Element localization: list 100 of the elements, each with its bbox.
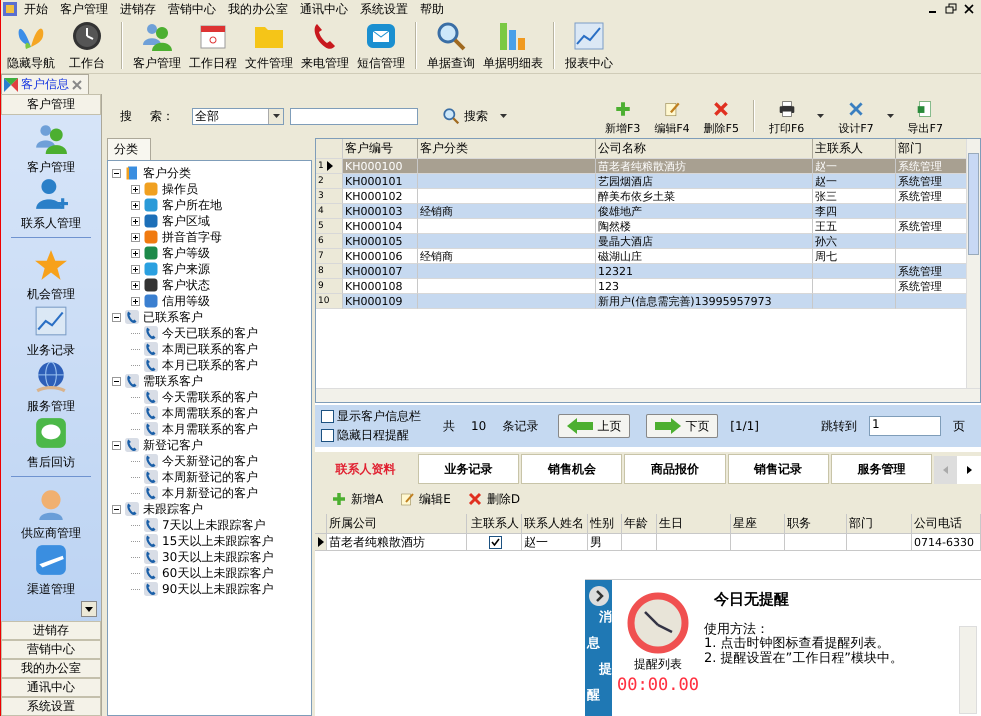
menu-item[interactable]: 进销存 bbox=[115, 0, 161, 18]
nav-section-button[interactable]: 系统设置 bbox=[1, 697, 101, 716]
tree-item[interactable]: 信用等级 bbox=[162, 292, 210, 310]
tree-item[interactable]: 本月需联系的客户 bbox=[162, 420, 258, 438]
scrollbar[interactable] bbox=[316, 388, 980, 402]
nav-item[interactable]: 供应商管理 bbox=[21, 487, 81, 543]
expand-icon[interactable] bbox=[131, 296, 140, 306]
tree-item[interactable]: 未跟踪客户 bbox=[143, 500, 203, 518]
tree-item[interactable]: 本周已联系的客户 bbox=[162, 340, 258, 358]
column-header[interactable]: 星座 bbox=[731, 514, 785, 534]
expand-icon[interactable] bbox=[131, 280, 140, 290]
action-button[interactable]: 打印F6 bbox=[762, 96, 830, 136]
menu-item[interactable]: 客户管理 bbox=[55, 0, 113, 18]
detail-tab[interactable]: 服务管理 bbox=[830, 454, 932, 484]
tree-item[interactable]: 客户所在地 bbox=[162, 196, 222, 214]
column-header[interactable]: 部门 bbox=[847, 514, 912, 534]
menu-item[interactable]: 开始 bbox=[19, 0, 53, 18]
tree-item[interactable]: 7天以上未跟踪客户 bbox=[162, 516, 266, 534]
checkbox[interactable] bbox=[488, 536, 502, 548]
toolbar-button[interactable]: 单据明细表 bbox=[479, 20, 547, 72]
nav-item[interactable]: 客户管理 bbox=[27, 121, 75, 177]
action-button[interactable]: 编辑E bbox=[395, 490, 463, 508]
action-button[interactable]: 删除D bbox=[462, 490, 532, 508]
option-checkbox[interactable]: 隐藏日程提醒 bbox=[321, 427, 421, 444]
action-button[interactable]: 设计F7 bbox=[832, 96, 900, 136]
toolbar-button[interactable]: 工作日程 bbox=[185, 20, 241, 72]
menu-item[interactable]: 系统设置 bbox=[355, 0, 413, 18]
tree-item[interactable]: 本月新登记的客户 bbox=[162, 484, 258, 502]
collapse-icon[interactable] bbox=[112, 376, 121, 386]
scroll-down-button[interactable] bbox=[81, 601, 97, 617]
nav-item[interactable]: 机会管理 bbox=[27, 248, 75, 304]
expand-icon[interactable] bbox=[131, 216, 140, 226]
tree-item[interactable]: 本月已联系的客户 bbox=[162, 356, 258, 374]
prev-page-button[interactable]: 上页 bbox=[558, 414, 630, 438]
toolbar-button[interactable]: 报表中心 bbox=[561, 20, 617, 72]
nav-section-button[interactable]: 营销中心 bbox=[1, 640, 101, 659]
column-header[interactable]: 主联系人 bbox=[467, 514, 522, 534]
column-header[interactable]: 性别 bbox=[588, 514, 622, 534]
nav-header[interactable]: 客户管理 bbox=[1, 94, 101, 115]
tree-item[interactable]: 本周需联系的客户 bbox=[162, 404, 258, 422]
action-button[interactable]: 新增A bbox=[327, 490, 396, 508]
toolbar-button[interactable]: 文件管理 bbox=[241, 20, 297, 72]
toolbar-button[interactable]: 短信管理 bbox=[353, 20, 409, 72]
expand-icon[interactable] bbox=[131, 232, 140, 242]
tree-item[interactable]: 15天以上未跟踪客户 bbox=[162, 532, 274, 550]
menu-item[interactable]: 帮助 bbox=[415, 0, 449, 18]
search-button[interactable]: 搜索 bbox=[442, 107, 488, 125]
tree-item[interactable]: 客户区域 bbox=[162, 212, 210, 230]
tree-item[interactable]: 本周新登记的客户 bbox=[162, 468, 258, 486]
nav-item[interactable]: 渠道管理 bbox=[27, 543, 75, 599]
next-page-button[interactable]: 下页 bbox=[646, 414, 718, 438]
tree-item[interactable]: 客户来源 bbox=[162, 260, 210, 278]
option-checkbox[interactable]: 显示客户信息栏 bbox=[321, 408, 421, 425]
collapse-icon[interactable] bbox=[112, 312, 121, 322]
tree-item[interactable]: 客户状态 bbox=[162, 276, 210, 294]
column-header[interactable]: 年龄 bbox=[622, 514, 657, 534]
action-button[interactable]: 编辑F4 bbox=[648, 96, 696, 136]
chevron-right-icon[interactable] bbox=[588, 586, 608, 606]
toolbar-button[interactable]: 客户管理 bbox=[129, 20, 185, 72]
tree-item[interactable]: 60天以上未跟踪客户 bbox=[162, 564, 274, 582]
toolbar-button[interactable]: 单据查询 bbox=[423, 20, 479, 72]
collapse-icon[interactable] bbox=[112, 168, 121, 178]
scope-dropdown[interactable]: 全部 bbox=[192, 108, 284, 124]
search-field[interactable] bbox=[290, 108, 418, 124]
action-button[interactable]: 删除F5 bbox=[698, 96, 745, 136]
document-tab[interactable]: 客户信息 bbox=[1, 74, 89, 94]
expand-icon[interactable] bbox=[131, 248, 140, 258]
restore-icon[interactable] bbox=[943, 2, 959, 16]
clock-icon[interactable] bbox=[627, 592, 689, 654]
tree-item[interactable]: 今天已联系的客户 bbox=[162, 324, 258, 342]
tree-item[interactable]: 客户分类 bbox=[143, 164, 191, 182]
column-header[interactable]: 所属公司 bbox=[327, 514, 467, 534]
tree-item[interactable]: 需联系客户 bbox=[143, 372, 203, 390]
menu-item[interactable]: 营销中心 bbox=[163, 0, 221, 18]
expand-icon[interactable] bbox=[131, 200, 140, 210]
detail-tab[interactable]: 业务记录 bbox=[418, 454, 520, 484]
nav-item[interactable]: 联系人管理 bbox=[21, 177, 81, 233]
tree-item[interactable]: 拼音首字母 bbox=[162, 228, 222, 246]
nav-section-button[interactable]: 进销存 bbox=[1, 621, 101, 640]
menu-item[interactable]: 我的办公室 bbox=[223, 0, 293, 18]
expand-icon[interactable] bbox=[131, 184, 140, 194]
nav-section-button[interactable]: 我的办公室 bbox=[1, 659, 101, 678]
scroll-right-button[interactable] bbox=[957, 456, 981, 484]
tree-item[interactable]: 客户等级 bbox=[162, 244, 210, 262]
tree-item[interactable]: 已联系客户 bbox=[143, 308, 203, 326]
column-header[interactable]: 联系人姓名 bbox=[522, 514, 588, 534]
detail-tab[interactable]: 销售机会 bbox=[521, 454, 622, 484]
page-number-field[interactable]: 1 bbox=[869, 416, 941, 436]
tree-item[interactable]: 操作员 bbox=[162, 180, 198, 198]
expand-icon[interactable] bbox=[131, 264, 140, 274]
collapse-icon[interactable] bbox=[112, 440, 121, 450]
panel-tab[interactable]: 分类 bbox=[107, 138, 151, 160]
detail-tab[interactable]: 销售记录 bbox=[728, 454, 829, 484]
detail-tab[interactable]: 商品报价 bbox=[624, 454, 726, 484]
tree-item[interactable]: 90天以上未跟踪客户 bbox=[162, 580, 274, 598]
nav-item[interactable]: 服务管理 bbox=[27, 360, 75, 416]
toolbar-button[interactable]: 隐藏导航 bbox=[3, 20, 59, 72]
tree-item[interactable]: 30天以上未跟踪客户 bbox=[162, 548, 274, 566]
toolbar-button[interactable]: 来电管理 bbox=[297, 20, 353, 72]
nav-section-button[interactable]: 通讯中心 bbox=[1, 678, 101, 697]
